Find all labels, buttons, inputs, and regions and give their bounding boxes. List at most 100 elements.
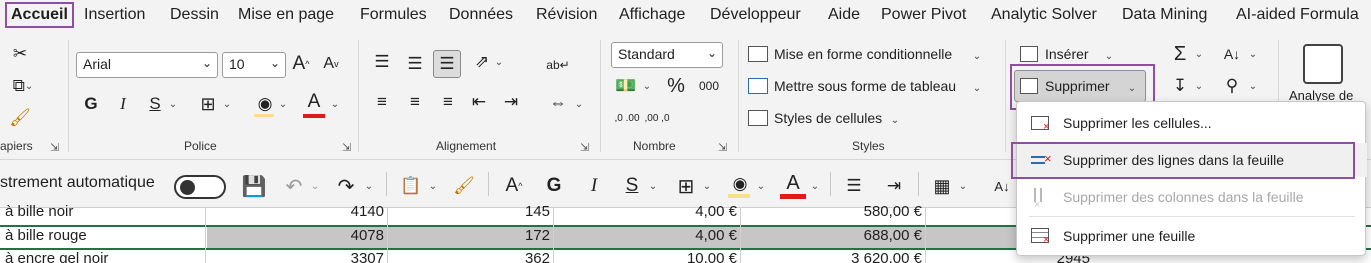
borders-icon[interactable]: ⊞ (196, 92, 220, 116)
sort-filter-icon[interactable]: A↓ (1220, 42, 1244, 66)
cell-value[interactable]: 362 (390, 250, 550, 263)
save-icon[interactable]: 💾 (242, 174, 267, 198)
chevron-down-icon[interactable]: ⌄ (364, 178, 374, 194)
copy-icon[interactable]: ⧉ ⌄ (8, 74, 38, 98)
tab-aide[interactable]: Aide (828, 6, 860, 24)
tab-insertion[interactable]: Insertion (84, 6, 145, 24)
underline-button[interactable]: S (146, 92, 164, 116)
clipboard-launcher-icon[interactable]: ⇲ (50, 141, 59, 154)
borders-icon[interactable]: ⊞ (674, 174, 698, 198)
tab-affichage[interactable]: Affichage (619, 6, 685, 24)
analyze-data-icon[interactable] (1303, 44, 1343, 84)
paste-icon[interactable]: 📋 (398, 174, 424, 198)
tab-power-pivot[interactable]: Power Pivot (881, 6, 966, 24)
chevron-down-icon[interactable]: ⌄ (168, 96, 178, 112)
chevron-down-icon[interactable]: ⌄ (222, 96, 232, 112)
underline-button[interactable]: S (622, 174, 642, 198)
conditional-formatting-button[interactable]: Mise en forme conditionnelle (774, 46, 952, 62)
align-middle-icon[interactable]: ☰ (403, 52, 427, 76)
decrease-decimal-button[interactable]: ,00 ,0 (644, 106, 670, 132)
chevron-down-icon[interactable]: ⌄ (278, 96, 288, 112)
chevron-down-icon[interactable]: ⌄ (1194, 46, 1204, 62)
merge-center-icon[interactable]: ⇔ (545, 90, 571, 116)
cell-value[interactable]: 3307 (208, 250, 384, 263)
format-painter-icon[interactable]: 🖌 (452, 174, 476, 198)
tab-accueil[interactable]: Accueil (5, 2, 74, 28)
tab-dessin[interactable]: Dessin (170, 6, 219, 24)
wrap-text-icon[interactable]: ab↵ (545, 52, 571, 78)
cell-name[interactable]: à encre gel noir (5, 250, 205, 263)
chevron-down-icon[interactable]: ⌄ (1248, 46, 1258, 62)
tab-ai-aided-formula[interactable]: AI-aided Formula (1236, 6, 1359, 24)
shrink-font-button[interactable]: Av (320, 52, 342, 76)
cell-styles-button[interactable]: Styles de cellules (774, 110, 882, 126)
cell-value[interactable]: 4140 (208, 203, 384, 224)
chevron-down-icon[interactable]: ⌄ (1248, 78, 1258, 94)
insert-button[interactable]: Insérer (1045, 46, 1089, 62)
undo-icon[interactable]: ↶ (282, 174, 306, 198)
tab-formules[interactable]: Formules (360, 6, 427, 24)
chevron-down-icon[interactable]: ⌄ (330, 96, 340, 112)
chevron-down-icon[interactable]: ⌄ (810, 178, 820, 194)
format-painter-icon[interactable]: 🖌 (8, 106, 32, 130)
italic-button[interactable]: I (114, 92, 132, 116)
number-format-combo[interactable]: Standard ⌄ (611, 42, 723, 68)
orientation-icon[interactable]: ⇗ (470, 50, 494, 74)
thousands-separator-button[interactable]: 000 (695, 76, 723, 96)
increase-indent-icon[interactable]: ⇥ (499, 90, 523, 114)
chevron-down-icon[interactable]: ⌄ (1194, 78, 1204, 94)
conditional-formatting-icon[interactable]: ▦ (930, 174, 954, 198)
fill-icon[interactable]: ↧ (1168, 74, 1192, 98)
decrease-indent-icon[interactable]: ⇤ (467, 90, 491, 114)
italic-button[interactable]: I (584, 174, 604, 198)
chevron-down-icon[interactable]: ⌄ (756, 178, 766, 194)
chevron-down-icon[interactable]: ⌄ (642, 78, 652, 94)
cell-value[interactable]: 10,00 € (555, 250, 737, 263)
number-launcher-icon[interactable]: ⇲ (718, 141, 727, 154)
font-size-combo[interactable]: 10 ⌄ (222, 52, 286, 78)
cell-value[interactable]: 4,00 € (555, 227, 737, 248)
chevron-down-icon[interactable]: ⌄ (648, 178, 658, 194)
cut-icon[interactable]: ✂ (8, 42, 32, 66)
bold-button[interactable]: G (544, 174, 564, 198)
increase-decimal-button[interactable]: ,0 .00 (614, 106, 640, 132)
chevron-down-icon[interactable]: ⌄ (972, 48, 982, 64)
cell-value[interactable]: 172 (390, 227, 550, 248)
grow-font-button[interactable]: A ^ (502, 174, 526, 198)
chevron-down-icon[interactable]: ⌄ (958, 178, 968, 194)
font-color-icon[interactable]: A (304, 90, 324, 114)
cell-value[interactable]: 580,00 € (742, 203, 922, 224)
cell-name[interactable]: à bille rouge (5, 227, 205, 248)
bold-button[interactable]: G (82, 92, 100, 116)
chevron-down-icon[interactable]: ⌄ (972, 80, 982, 96)
chevron-down-icon[interactable]: ⌄ (890, 112, 900, 128)
cell-value[interactable]: 145 (390, 203, 550, 224)
tab-developpeur[interactable]: Développeur (710, 6, 801, 24)
tab-data-mining[interactable]: Data Mining (1122, 6, 1207, 24)
chevron-down-icon[interactable]: ⌄ (702, 178, 712, 194)
tab-donnees[interactable]: Données (449, 6, 513, 24)
format-as-table-button[interactable]: Mettre sous forme de tableau (774, 78, 956, 94)
autosum-icon[interactable]: Σ (1168, 42, 1192, 66)
align-middle-icon[interactable]: ☰ (842, 174, 866, 198)
tab-revision[interactable]: Révision (536, 6, 597, 24)
chevron-down-icon[interactable]: ⌄ (494, 54, 504, 70)
align-bottom-icon[interactable]: ☰ (433, 50, 461, 78)
menu-item-delete-cells[interactable]: × Supprimer les cellules... (1017, 106, 1367, 140)
cell-value[interactable]: 4,00 € (555, 203, 737, 224)
redo-icon[interactable]: ↷ (334, 174, 358, 198)
fill-color-icon[interactable]: ◉ (728, 172, 752, 196)
align-right-icon[interactable]: ≡ (436, 90, 460, 114)
chevron-down-icon[interactable]: ⌄ (310, 178, 320, 194)
chevron-down-icon[interactable]: ⌄ (1104, 48, 1114, 64)
font-color-icon[interactable]: A (782, 170, 804, 196)
currency-icon[interactable]: 💵 (614, 74, 638, 98)
font-name-combo[interactable]: Arial ⌄ (76, 52, 218, 78)
cell-value[interactable]: 3 620,00 € (742, 250, 922, 263)
menu-item-delete-sheet[interactable]: × Supprimer une feuille (1017, 219, 1367, 253)
grow-font-button[interactable]: A ^ (290, 52, 312, 76)
align-top-icon[interactable]: ☰ (370, 50, 394, 74)
increase-indent-icon[interactable]: ⇥ (882, 174, 906, 198)
cell-name[interactable]: à bille noir (5, 203, 205, 224)
fill-color-icon[interactable]: ◉ (254, 92, 276, 116)
